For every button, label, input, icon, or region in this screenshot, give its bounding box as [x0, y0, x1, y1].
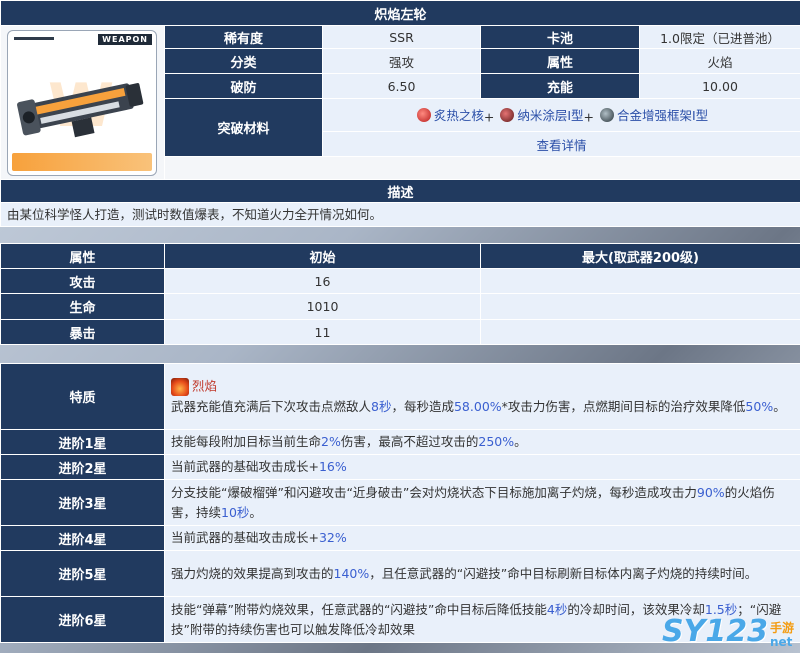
- level-label: 进阶5星: [0, 550, 165, 597]
- description-header: 描述: [0, 179, 800, 203]
- break-label: 破防: [164, 73, 323, 99]
- weapon-card: WEAPON W: [7, 30, 157, 176]
- break-value: 6.50: [322, 73, 481, 99]
- level-label: 进阶2星: [0, 454, 165, 480]
- material-item[interactable]: 纳米涂层Ⅰ型: [498, 105, 584, 124]
- rarity-label: 稀有度: [164, 25, 323, 49]
- charge-value: 10.00: [638, 73, 800, 99]
- watermark-sub1: 手游: [769, 621, 794, 635]
- stat-initial: 16: [164, 268, 481, 294]
- flame-icon: [171, 377, 189, 396]
- stat-initial: 11: [164, 319, 481, 345]
- view-details-link[interactable]: 查看详情: [537, 138, 587, 153]
- pool-value: 1.0限定（已进普池）: [638, 25, 800, 49]
- material-item[interactable]: 炙热之核: [415, 105, 484, 124]
- weapon-image-cell: WEAPON W: [0, 25, 165, 180]
- stats-header-initial: 初始: [164, 243, 481, 269]
- description-text: 由某位科学怪人打造，测试时数值爆表，不知道火力全开情况如何。: [0, 202, 800, 227]
- level-text: 当前武器的基础攻击成长+32%: [164, 525, 800, 551]
- stat-max: [480, 319, 800, 345]
- detail-link-cell: 查看详情: [321, 131, 800, 157]
- stats-header-max: 最大(取武器200级): [480, 243, 800, 269]
- fire-core-icon: [416, 107, 431, 122]
- pool-label: 卡池: [480, 25, 640, 49]
- attribute-label: 属性: [480, 48, 640, 74]
- stat-name: 生命: [0, 293, 165, 320]
- weapon-name-header: 炽焰左轮: [0, 0, 800, 26]
- watermark-logo-text: SY123: [662, 614, 768, 649]
- category-label: 分类: [164, 48, 323, 74]
- stats-header-attr: 属性: [0, 243, 165, 269]
- card-orange-bar: [12, 153, 152, 171]
- trait-content: 烈焰 武器充能值充满后下次攻击点燃敌人8秒，每秒造成58.00%*攻击力伤害，点…: [164, 363, 800, 430]
- material-item[interactable]: 合金增强框架Ⅰ型: [598, 105, 708, 124]
- rarity-value: SSR: [322, 25, 481, 49]
- level-text: 分支技能“爆破榴弹”和闪避攻击“近身破击”会对灼烧状态下目标施加离子灼烧，每秒造…: [164, 479, 800, 526]
- category-value: 强攻: [322, 48, 481, 74]
- stat-max: [480, 293, 800, 320]
- stat-name: 攻击: [0, 268, 165, 294]
- material-separator: +: [483, 109, 495, 125]
- alloy-frame-icon: [599, 107, 614, 122]
- stat-name: 暴击: [0, 319, 165, 345]
- stat-initial: 1010: [164, 293, 481, 320]
- trait-description: 武器充能值充满后下次攻击点燃敌人8秒，每秒造成58.00%*攻击力伤害，点燃期间…: [171, 398, 786, 414]
- material-list: 炙热之核 + 纳米涂层Ⅰ型 + 合金增强框架Ⅰ型: [321, 98, 800, 132]
- trait-name: 烈焰: [192, 378, 218, 394]
- level-label: 进阶4星: [0, 525, 165, 551]
- weapon-page: 炽焰左轮 WEAPON W: [0, 0, 800, 643]
- level-label: 进阶3星: [0, 479, 165, 526]
- weapon-info-table: 炽焰左轮 WEAPON W: [0, 0, 800, 227]
- attribute-value: 火焰: [638, 48, 800, 74]
- level-text: 当前武器的基础攻击成长+16%: [164, 454, 800, 480]
- charge-label: 充能: [480, 73, 640, 99]
- level-text: 强力灼烧的效果提高到攻击的140%，且任意武器的“闪避技”命中目标刷新目标体内离…: [164, 550, 800, 597]
- level-text: 技能每段附加目标当前生命2%伤害，最高不超过攻击的250%。: [164, 429, 800, 455]
- site-watermark: SY123 手游 net: [662, 614, 794, 649]
- level-label: 进阶1星: [0, 429, 165, 455]
- material-label: 突破材料: [164, 98, 323, 157]
- trait-label: 特质: [0, 363, 165, 430]
- nano-coating-icon: [500, 107, 515, 122]
- level-label: 进阶6星: [0, 596, 165, 643]
- watermark-sub2: net: [769, 635, 793, 649]
- material-separator: +: [583, 109, 594, 125]
- stats-table: 属性 初始 最大(取武器200级) 攻击 16 生命 1010 暴击 11: [0, 243, 800, 345]
- spacer-cell: [163, 156, 800, 180]
- stat-max: [480, 268, 800, 294]
- traits-table: 特质 烈焰 武器充能值充满后下次攻击点燃敌人8秒，每秒造成58.00%*攻击力伤…: [0, 363, 800, 643]
